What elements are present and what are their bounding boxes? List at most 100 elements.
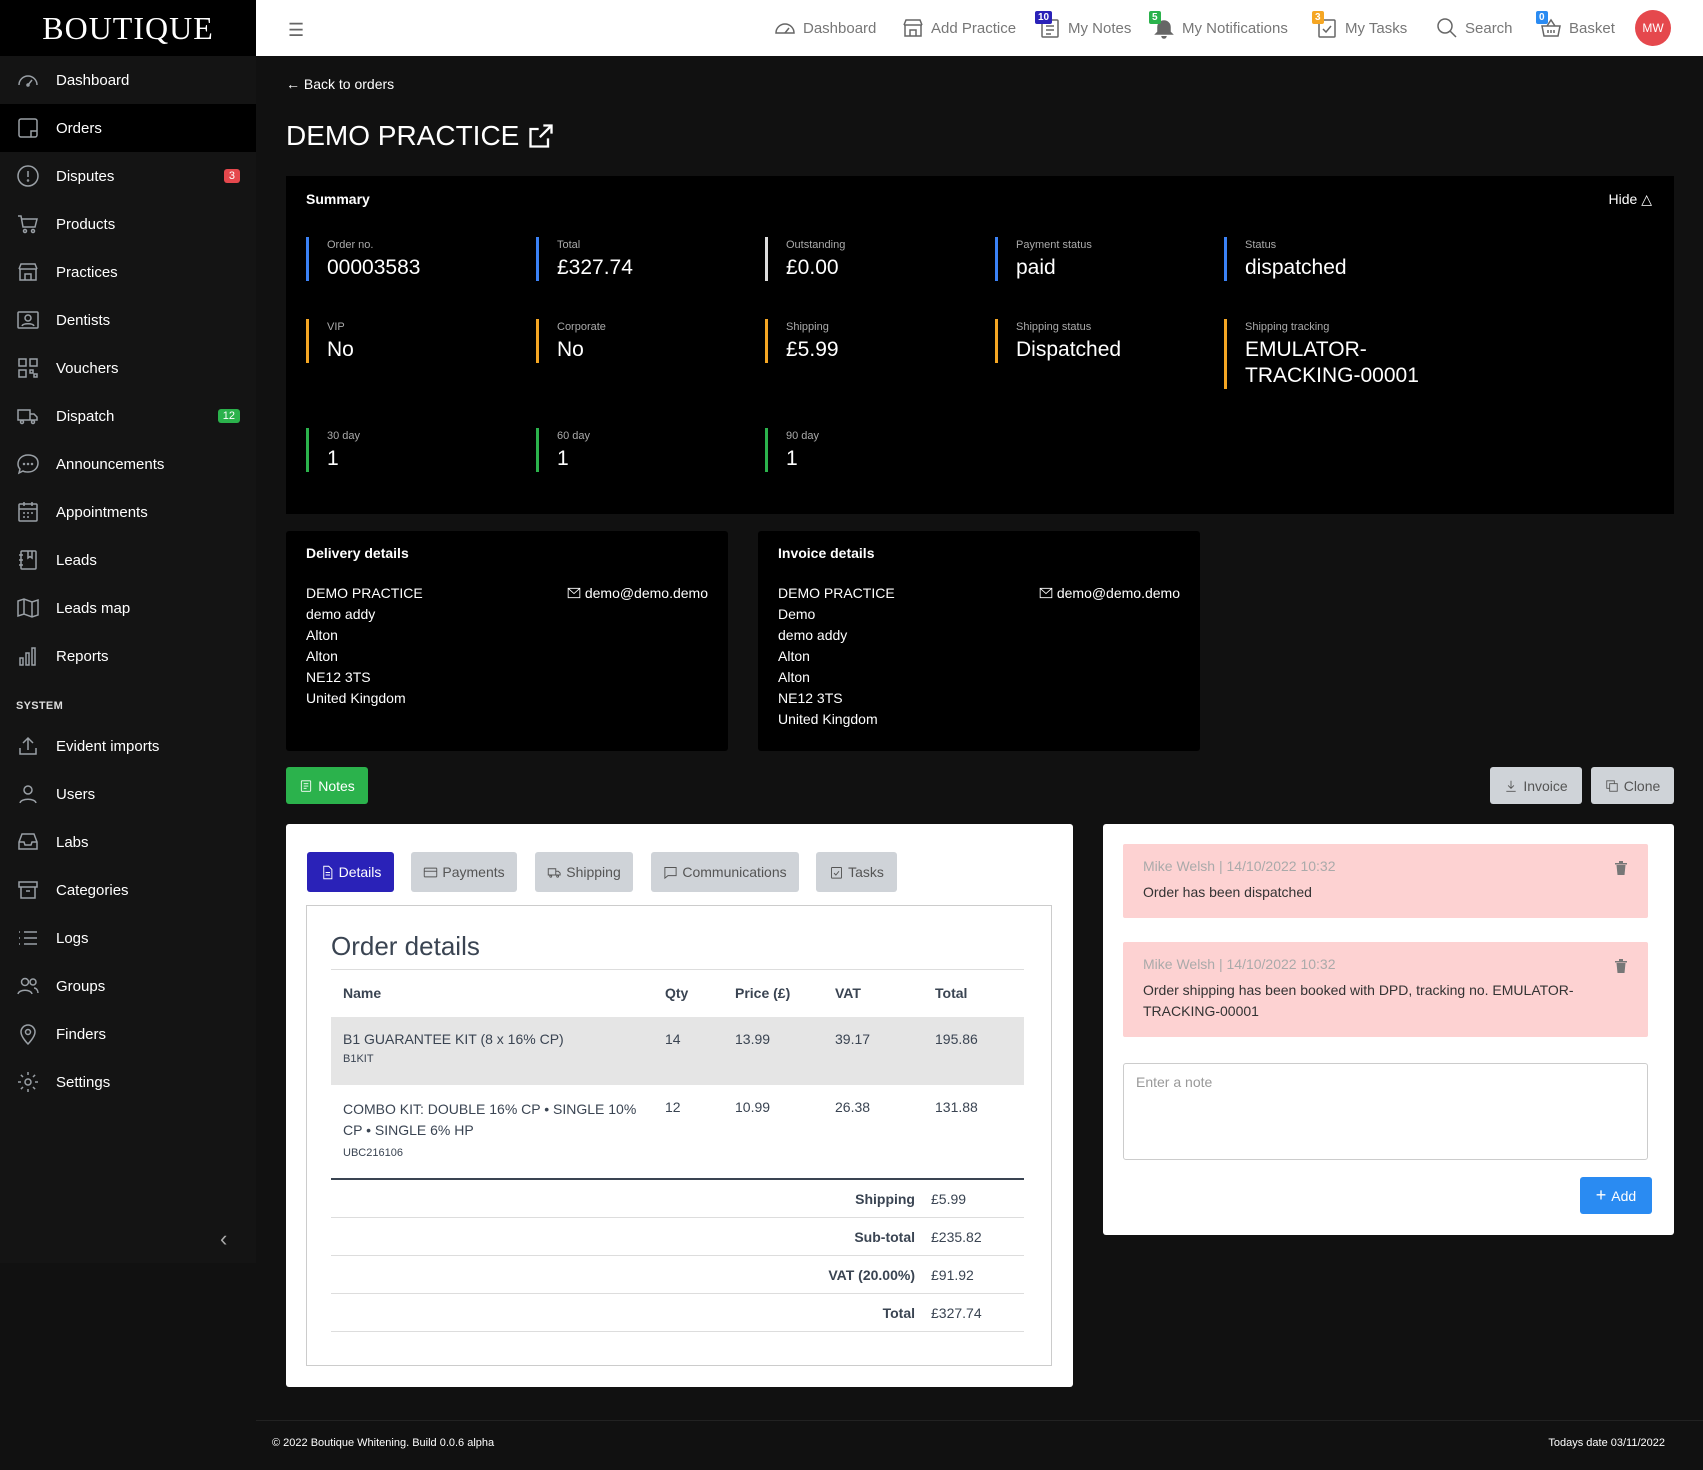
top-basket-link[interactable]: 0 Basket — [1536, 0, 1615, 56]
address-line: United Kingdom — [778, 711, 878, 727]
sidebar-item-logs[interactable]: Logs — [0, 914, 256, 962]
notes-button[interactable]: Notes — [286, 767, 368, 804]
external-link-icon[interactable] — [527, 122, 555, 150]
address-line: Alton — [778, 648, 810, 664]
summary-title: Summary — [306, 191, 370, 207]
summary-hide-toggle[interactable]: Hide △ — [1609, 191, 1652, 208]
trash-icon[interactable] — [1614, 958, 1628, 977]
table-row[interactable]: B1 GUARANTEE KIT (8 x 16% CP) B1KIT 14 13… — [331, 1016, 1024, 1085]
sidebar-item-evident-imports[interactable]: Evident imports — [0, 722, 256, 770]
stat-label: 90 day — [786, 430, 820, 442]
address-line: NE12 3TS — [306, 669, 371, 685]
clone-button[interactable]: Clone — [1591, 767, 1674, 804]
sidebar-item-dashboard[interactable]: Dashboard — [0, 56, 256, 104]
tab-communications[interactable]: Communications — [651, 852, 799, 892]
sidebar-item-products[interactable]: Products — [0, 200, 256, 248]
note-input[interactable] — [1123, 1063, 1648, 1160]
order-details-panel: Details Payments Shipping Communications… — [286, 824, 1073, 1387]
invoice-email[interactable]: demo@demo.demo — [1039, 585, 1180, 601]
sidebar-item-disputes[interactable]: Disputes 3 — [0, 152, 256, 200]
sidebar-item-dentists[interactable]: Dentists — [0, 296, 256, 344]
sidebar-item-leads[interactable]: Leads — [0, 536, 256, 584]
item-code: B1KIT — [343, 1052, 374, 1065]
table-row[interactable]: COMBO KIT: DOUBLE 16% CP • SINGLE 10% CP… — [331, 1085, 1024, 1173]
add-note-button[interactable]: + Add — [1580, 1177, 1652, 1214]
my-notes-badge: 10 — [1035, 11, 1053, 24]
mail-icon — [1039, 587, 1053, 599]
back-to-orders-link[interactable]: ← Back to orders — [286, 76, 394, 92]
top-dashboard-label: Dashboard — [803, 19, 877, 37]
invoice-email-text: demo@demo.demo — [1056, 585, 1180, 601]
totals-label: Sub-total — [854, 1228, 915, 1245]
totals-value: £235.82 — [931, 1228, 982, 1245]
stat-value: EMULATOR-TRACKING-00001 — [1245, 338, 1419, 387]
note-item: Mike Welsh | 14/10/2022 10:32 Order has … — [1123, 844, 1648, 918]
tab-payments[interactable]: Payments — [411, 852, 517, 892]
calendar-icon — [16, 500, 40, 524]
stat-shipping: Shipping £5.99 — [765, 319, 965, 363]
stat-value: 1 — [327, 447, 339, 470]
truck-icon — [16, 404, 40, 428]
tab-shipping[interactable]: Shipping — [535, 852, 633, 892]
collapse-sidebar-icon[interactable]: ‹ — [220, 1226, 227, 1252]
stat-value: £5.99 — [786, 338, 839, 361]
top-add-practice-link[interactable]: Add Practice — [900, 0, 1016, 56]
tasks-icon — [831, 866, 843, 879]
sidebar-item-groups[interactable]: Groups — [0, 962, 256, 1010]
tab-tasks[interactable]: Tasks — [816, 852, 897, 892]
sidebar-item-labs[interactable]: Labs — [0, 818, 256, 866]
sidebar-item-announcements[interactable]: Announcements — [0, 440, 256, 488]
stat-label: Corporate — [557, 321, 606, 333]
sidebar-item-reports[interactable]: Reports — [0, 632, 256, 680]
credit-card-icon — [424, 867, 438, 877]
pin-icon — [16, 1022, 40, 1046]
stat-label: VIP — [327, 321, 345, 333]
sidebar-item-dispatch[interactable]: Dispatch 12 — [0, 392, 256, 440]
dispatch-badge: 12 — [217, 409, 240, 423]
top-my-notifications-link[interactable]: 5 My Notifications — [1149, 0, 1288, 56]
delivery-email-text: demo@demo.demo — [584, 585, 708, 601]
address-line: Demo — [778, 606, 816, 622]
stat-value: paid — [1016, 256, 1056, 279]
item-vat: 39.17 — [823, 1016, 923, 1085]
brand-logo[interactable]: BOUTIQUE — [0, 0, 256, 56]
document-icon — [322, 865, 332, 879]
tasks-icon: 3 — [1312, 11, 1340, 41]
totals-label: Shipping — [855, 1190, 915, 1207]
invoice-button[interactable]: Invoice — [1490, 767, 1582, 804]
page-title-text: DEMO PRACTICE — [286, 120, 520, 151]
people-icon — [16, 974, 40, 998]
my-tasks-badge: 3 — [1312, 11, 1324, 24]
top-basket-label: Basket — [1569, 19, 1615, 37]
delivery-details-card: Delivery details demo@demo.demo DEMO PRA… — [286, 531, 728, 751]
note-meta: Mike Welsh | 14/10/2022 10:32 — [1143, 956, 1336, 972]
my-notifications-badge: 5 — [1149, 11, 1161, 24]
sidebar-item-settings[interactable]: Settings — [0, 1058, 256, 1106]
top-my-notes-link[interactable]: 10 My Notes — [1035, 0, 1131, 56]
stat-value: No — [327, 338, 354, 361]
stat-label: Outstanding — [786, 239, 846, 251]
sidebar-item-practices[interactable]: Practices — [0, 248, 256, 296]
sidebar-item-label: Products — [56, 215, 116, 233]
sidebar-item-finders[interactable]: Finders — [0, 1010, 256, 1058]
sidebar-item-orders[interactable]: Orders — [0, 104, 256, 152]
trash-icon[interactable] — [1614, 860, 1628, 879]
download-icon — [1506, 780, 1516, 792]
top-my-tasks-link[interactable]: 3 My Tasks — [1312, 0, 1407, 56]
top-search-link[interactable]: Search — [1434, 0, 1513, 56]
delivery-email[interactable]: demo@demo.demo — [567, 585, 708, 601]
sidebar-item-leads-map[interactable]: Leads map — [0, 584, 256, 632]
sidebar-item-categories[interactable]: Categories — [0, 866, 256, 914]
sidebar-item-label: Leads map — [56, 599, 131, 617]
column-header: Total — [923, 969, 1024, 1017]
stat-label: Shipping status — [1016, 321, 1092, 333]
sidebar-item-appointments[interactable]: Appointments — [0, 488, 256, 536]
tab-details[interactable]: Details — [307, 852, 394, 892]
top-dashboard-link[interactable]: Dashboard — [772, 0, 876, 56]
hamburger-menu-icon[interactable]: ☰ — [288, 20, 304, 41]
orders-icon — [16, 116, 40, 140]
sidebar-item-vouchers[interactable]: Vouchers — [0, 344, 256, 392]
stat-value: dispatched — [1245, 256, 1347, 279]
avatar[interactable]: MW — [1635, 10, 1671, 46]
sidebar-item-users[interactable]: Users — [0, 770, 256, 818]
